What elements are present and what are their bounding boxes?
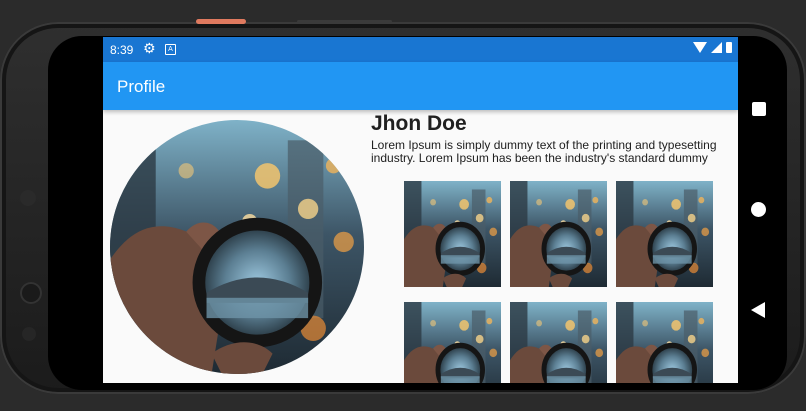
a-notification-icon: A	[165, 44, 176, 55]
home-icon[interactable]	[751, 202, 766, 217]
profile-avatar[interactable]	[110, 120, 364, 374]
gallery-image-5[interactable]	[510, 302, 607, 383]
wifi-icon	[693, 42, 707, 53]
screen: 8:39 ⚙ A Profile Jhon Doe Lorem Ipsum is…	[103, 37, 738, 383]
status-time: 8:39	[110, 43, 134, 57]
app-bar: Profile	[103, 62, 738, 110]
profile-name: Jhon Doe	[371, 112, 467, 135]
status-icons	[693, 42, 732, 53]
sensor	[20, 190, 36, 206]
gallery-image-6[interactable]	[616, 302, 713, 383]
signal-icon	[711, 42, 722, 53]
gallery-image-1[interactable]	[404, 181, 501, 287]
gallery-image-2[interactable]	[510, 181, 607, 287]
front-camera	[20, 282, 42, 304]
gallery-image-4[interactable]	[404, 302, 501, 383]
gallery-image-3[interactable]	[616, 181, 713, 287]
back-icon[interactable]	[751, 302, 765, 318]
settings-icon: ⚙	[143, 40, 156, 56]
power-button	[196, 19, 246, 24]
overview-icon[interactable]	[752, 102, 766, 116]
app-bar-title: Profile	[117, 77, 166, 96]
speaker	[22, 327, 36, 341]
status-bar: 8:39 ⚙ A	[103, 37, 738, 62]
volume-button	[297, 20, 392, 23]
profile-description: Lorem Ipsum is simply dummy text of the …	[371, 138, 717, 165]
battery-icon	[726, 42, 732, 53]
